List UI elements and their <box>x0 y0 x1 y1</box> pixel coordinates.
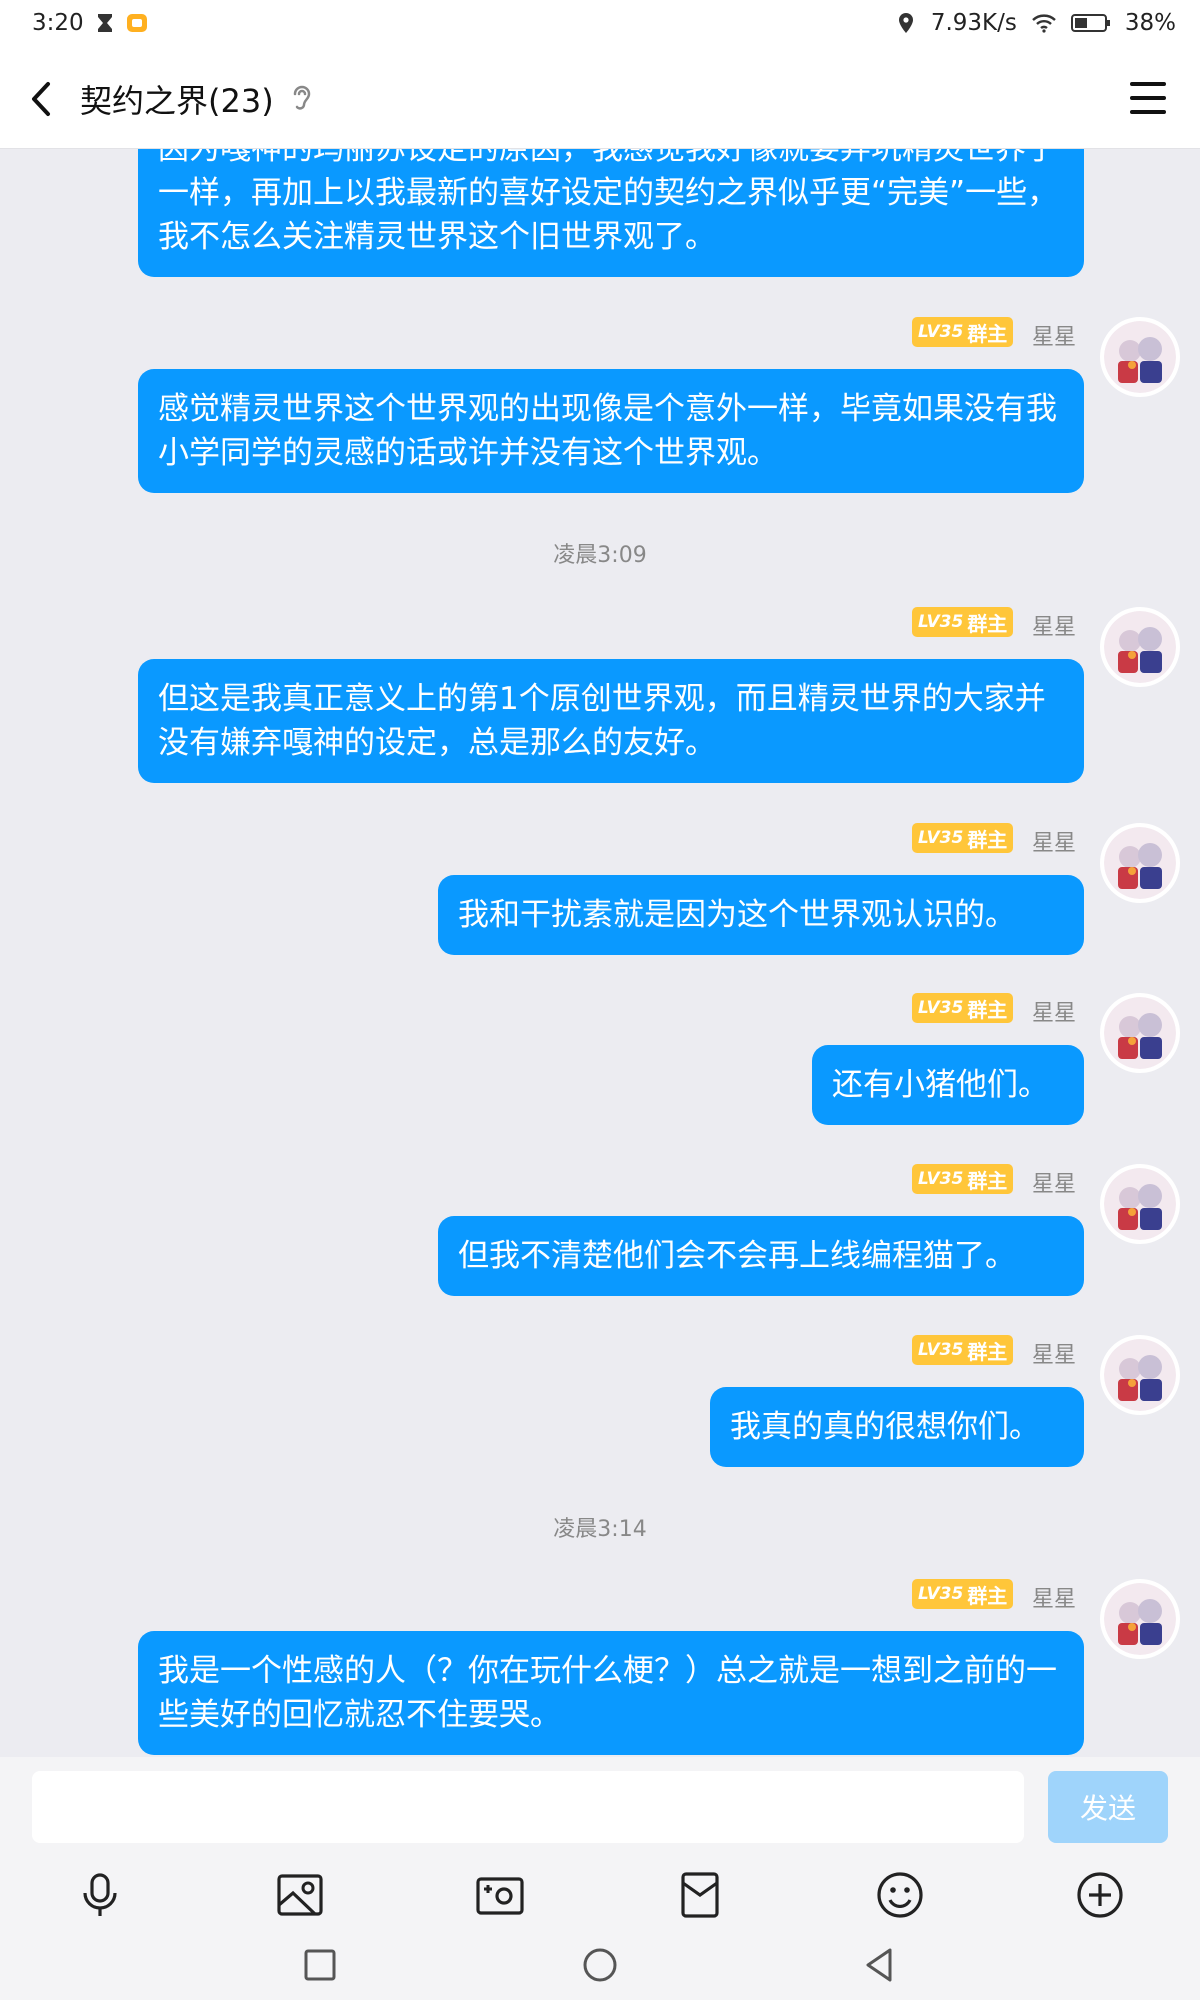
sender-name: 星星 <box>1032 1172 1077 1197</box>
back-icon <box>32 82 50 116</box>
status-time: 3:20 <box>32 10 84 36</box>
send-button[interactable]: 发送 <box>1048 1771 1168 1843</box>
chat-message-list[interactable]: 因为嘎神的玛丽苏设定的原因，我感觉我好像就要弃坑精灵世界了一样，再加上以我最新的… <box>0 149 1200 1757</box>
avatar-image <box>1104 1168 1176 1240</box>
menu-icon <box>1130 82 1166 86</box>
sender-name: 星星 <box>1032 1001 1077 1026</box>
level-badge: LV35 群主 <box>912 607 1014 637</box>
timestamp: 凌晨3:09 <box>553 543 647 568</box>
status-bar: 3:20 7.93K/s 38% <box>0 0 1200 50</box>
ear-icon[interactable] <box>290 82 312 114</box>
sender-name: 星星 <box>1032 831 1077 856</box>
level-badge: LV35 群主 <box>912 1164 1014 1194</box>
avatar[interactable] <box>1100 993 1180 1073</box>
input-toolbar <box>0 1861 1200 1927</box>
back-button[interactable] <box>20 72 70 126</box>
input-bar: 发送 <box>0 1757 1200 1861</box>
avatar-image <box>1104 827 1176 899</box>
avatar[interactable] <box>1100 317 1180 397</box>
camera-icon[interactable] <box>474 1869 526 1921</box>
image-icon[interactable] <box>274 1869 326 1921</box>
message-bubble[interactable]: 但我不清楚他们会不会再上线编程猫了。 <box>438 1216 1084 1296</box>
level-badge: LV35 群主 <box>912 317 1014 347</box>
network-speed: 7.93K/s <box>930 10 1017 36</box>
home-icon[interactable] <box>580 1945 620 1985</box>
battery-icon <box>1070 14 1110 32</box>
menu-button[interactable] <box>1130 82 1166 116</box>
wifi-icon <box>1032 14 1056 33</box>
level-badge: LV35 群主 <box>912 1335 1014 1365</box>
back-nav-icon[interactable] <box>860 1945 900 1985</box>
sender-name: 星星 <box>1032 325 1077 350</box>
hourglass-icon <box>97 14 112 32</box>
timestamp: 凌晨3:14 <box>553 1517 647 1542</box>
message-bubble[interactable]: 还有小猪他们。 <box>812 1045 1084 1125</box>
emoji-icon[interactable] <box>874 1869 926 1921</box>
message-bubble[interactable]: 我和干扰素就是因为这个世界观认识的。 <box>438 875 1084 955</box>
system-nav-bar <box>0 1927 1200 2000</box>
microphone-icon[interactable] <box>74 1869 126 1921</box>
message-bubble[interactable]: 我是一个性感的人（？你在玩什么梗？）总之就是一想到之前的一些美好的回忆就忍不住要… <box>138 1631 1084 1755</box>
level-badge: LV35 群主 <box>912 993 1014 1023</box>
level-badge: LV35 群主 <box>912 1579 1014 1609</box>
avatar[interactable] <box>1100 823 1180 903</box>
message-bubble[interactable]: 感觉精灵世界这个世界观的出现像是个意外一样，毕竟如果没有我小学同学的灵感的话或许… <box>138 369 1084 493</box>
level-badge: LV35 群主 <box>912 823 1014 853</box>
message-bubble[interactable]: 因为嘎神的玛丽苏设定的原因，我感觉我好像就要弃坑精灵世界了一样，再加上以我最新的… <box>138 149 1084 277</box>
red-packet-icon[interactable] <box>674 1869 726 1921</box>
plus-icon[interactable] <box>1074 1869 1126 1921</box>
sender-name: 星星 <box>1032 615 1077 640</box>
battery-percent: 38% <box>1124 10 1176 36</box>
message-bubble[interactable]: 我真的真的很想你们。 <box>710 1387 1084 1467</box>
avatar-image <box>1104 611 1176 683</box>
sender-name: 星星 <box>1032 1587 1077 1612</box>
location-icon <box>898 13 913 33</box>
avatar[interactable] <box>1100 607 1180 687</box>
chat-header: 契约之界(23) <box>0 50 1200 149</box>
message-bubble[interactable]: 但这是我真正意义上的第1个原创世界观，而且精灵世界的大家并没有嫌弃嘎神的设定，总… <box>138 659 1084 783</box>
message-input[interactable] <box>32 1771 1024 1843</box>
avatar[interactable] <box>1100 1579 1180 1659</box>
sender-name: 星星 <box>1032 1343 1077 1368</box>
avatar[interactable] <box>1100 1335 1180 1415</box>
avatar-image <box>1104 1339 1176 1411</box>
avatar-image <box>1104 997 1176 1069</box>
avatar-image <box>1104 1583 1176 1655</box>
chat-title[interactable]: 契约之界(23) <box>80 76 274 122</box>
avatar-image <box>1104 321 1176 393</box>
avatar[interactable] <box>1100 1164 1180 1244</box>
recent-apps-icon[interactable] <box>300 1945 340 1985</box>
app-notification-icon <box>126 14 147 32</box>
